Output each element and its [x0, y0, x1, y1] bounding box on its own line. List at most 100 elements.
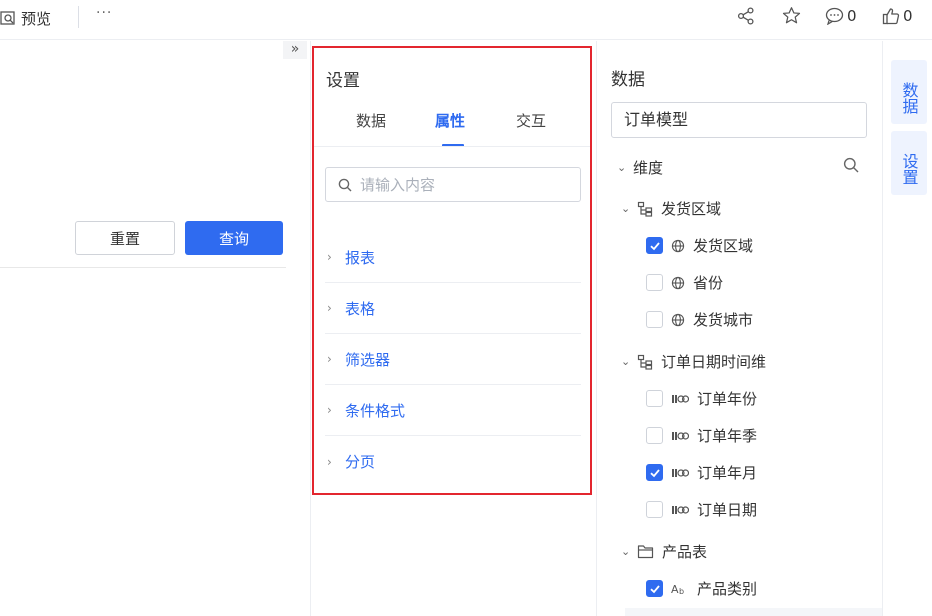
- chevron-down-icon: ⌄: [617, 161, 627, 174]
- hierarchy-icon: [637, 201, 653, 217]
- tab-interaction[interactable]: 交互: [516, 110, 546, 131]
- checkbox-unchecked[interactable]: [646, 501, 663, 518]
- preview-label: 预览: [21, 9, 52, 28]
- chevron-down-icon: ⌄: [621, 545, 631, 558]
- field-row-order-quarter[interactable]: 订单年季: [646, 417, 757, 454]
- field-row-product-category[interactable]: Ab 产品类别: [646, 570, 757, 607]
- like-count: 0: [903, 7, 913, 25]
- more-button[interactable]: ···: [96, 5, 112, 21]
- field-row-order-year[interactable]: 订单年份: [646, 380, 757, 417]
- data-panel-title: 数据: [611, 70, 645, 90]
- property-item-label: 报表: [345, 248, 376, 267]
- field-label: 省份: [693, 274, 724, 292]
- tree-group-label: 订单日期时间维: [661, 353, 767, 371]
- date-icon: [671, 504, 689, 516]
- checkbox-unchecked[interactable]: [646, 274, 663, 291]
- globe-icon: [671, 313, 685, 327]
- field-label: 订单日期: [697, 501, 758, 519]
- field-row-province[interactable]: 省份: [646, 264, 723, 301]
- field-row-shipping-city[interactable]: 发货城市: [646, 301, 753, 338]
- share-icon[interactable]: [737, 7, 755, 25]
- property-item-filter[interactable]: › 筛选器: [325, 334, 581, 385]
- date-icon: [671, 393, 689, 405]
- field-row-order-date[interactable]: 订单日期: [646, 491, 757, 528]
- property-item-label: 分页: [345, 453, 376, 471]
- chevron-right-icon: ›: [327, 301, 332, 315]
- checkbox-unchecked[interactable]: [646, 427, 663, 444]
- field-label: 产品类别: [697, 580, 758, 598]
- comment-icon: [825, 7, 844, 25]
- top-toolbar: 预览 ··· 0 0: [0, 0, 932, 40]
- hierarchy-icon: [637, 354, 653, 370]
- checkbox-checked[interactable]: [646, 464, 663, 481]
- tab-properties[interactable]: 属性: [435, 110, 465, 131]
- property-item-label: 表格: [345, 299, 376, 318]
- tree-group-order-date[interactable]: ⌄ 订单日期时间维: [621, 343, 766, 380]
- chevron-right-icon: ›: [327, 403, 332, 417]
- date-icon: [671, 467, 689, 479]
- tree-group-label: 产品表: [662, 543, 708, 561]
- search-icon: [338, 178, 352, 191]
- globe-icon: [671, 239, 685, 253]
- star-icon[interactable]: [782, 6, 801, 25]
- side-tab-data[interactable]: 数据: [891, 60, 927, 124]
- row-hover-highlight: [625, 608, 882, 616]
- field-label: 发货区域: [693, 237, 754, 255]
- canvas-divider: [0, 267, 286, 268]
- property-item-label: 条件格式: [345, 401, 406, 420]
- tree-group-product-table[interactable]: ⌄ 产品表: [621, 533, 707, 570]
- settings-panel: 设置 数据 属性 交互 › 报表 › 表格 › 筛选器 › 条件格式 › 分页: [312, 46, 592, 495]
- checkbox-checked[interactable]: [646, 237, 663, 254]
- dimension-header[interactable]: ⌄ 维度: [617, 149, 663, 186]
- svg-text:b: b: [679, 587, 684, 596]
- property-search-input[interactable]: [360, 175, 560, 194]
- tree-group-shipping-region[interactable]: ⌄ 发货区域: [621, 190, 721, 227]
- checkbox-unchecked[interactable]: [646, 311, 663, 328]
- side-tab-settings[interactable]: 设置: [891, 131, 927, 195]
- field-label: 订单年月: [697, 464, 758, 482]
- toolbar-divider: [78, 6, 79, 28]
- field-label: 订单年季: [697, 427, 758, 445]
- property-item-label: 筛选器: [345, 350, 391, 369]
- search-icon[interactable]: [843, 157, 859, 173]
- property-item-report[interactable]: › 报表: [325, 232, 581, 283]
- field-label: 订单年份: [697, 390, 758, 408]
- model-selector[interactable]: 订单模型: [611, 102, 867, 138]
- comment-count: 0: [847, 7, 857, 25]
- comment-button[interactable]: 0: [825, 6, 857, 26]
- text-type-icon: Ab: [671, 582, 689, 596]
- chevron-down-icon: ⌄: [621, 202, 631, 215]
- svg-text:A: A: [671, 583, 679, 596]
- tree-group-label: 发货区域: [661, 200, 722, 218]
- preview-icon: [0, 11, 15, 25]
- property-item-conditional-format[interactable]: › 条件格式: [325, 385, 581, 436]
- reset-button[interactable]: 重置: [75, 221, 175, 255]
- globe-icon: [671, 276, 685, 290]
- property-search-box[interactable]: [325, 167, 581, 202]
- field-row-shipping-region[interactable]: 发货区域: [646, 227, 753, 264]
- chevron-right-icon: ›: [327, 250, 332, 264]
- side-tab-bar: 数据 设置: [882, 41, 932, 616]
- data-panel: 数据 订单模型 ⌄ 维度 ⌄ 发货区域 发货区域 省份 发货城市 ⌄ 订单日期时…: [596, 41, 882, 616]
- date-icon: [671, 430, 689, 442]
- tab-data[interactable]: 数据: [356, 110, 386, 131]
- folder-icon: [637, 544, 654, 559]
- query-button[interactable]: 查询: [185, 221, 283, 255]
- settings-tabs: 数据 属性 交互: [314, 110, 590, 147]
- field-row-order-month[interactable]: 订单年月: [646, 454, 757, 491]
- property-item-table[interactable]: › 表格: [325, 283, 581, 334]
- settings-title: 设置: [326, 71, 360, 91]
- property-list: › 报表 › 表格 › 筛选器 › 条件格式 › 分页: [325, 232, 581, 487]
- property-item-pagination[interactable]: › 分页: [325, 436, 581, 487]
- thumbs-up-icon: [882, 8, 900, 25]
- like-button[interactable]: 0: [882, 6, 913, 26]
- checkbox-unchecked[interactable]: [646, 390, 663, 407]
- checkbox-checked[interactable]: [646, 580, 663, 597]
- chevron-down-icon: ⌄: [621, 355, 631, 368]
- preview-button[interactable]: 预览: [0, 7, 51, 29]
- chevron-right-icon: ›: [327, 454, 332, 469]
- tabs-divider: [314, 146, 590, 147]
- collapse-panel-button[interactable]: »: [283, 41, 307, 59]
- field-label: 发货城市: [693, 311, 754, 329]
- chevron-right-icon: ›: [327, 352, 332, 366]
